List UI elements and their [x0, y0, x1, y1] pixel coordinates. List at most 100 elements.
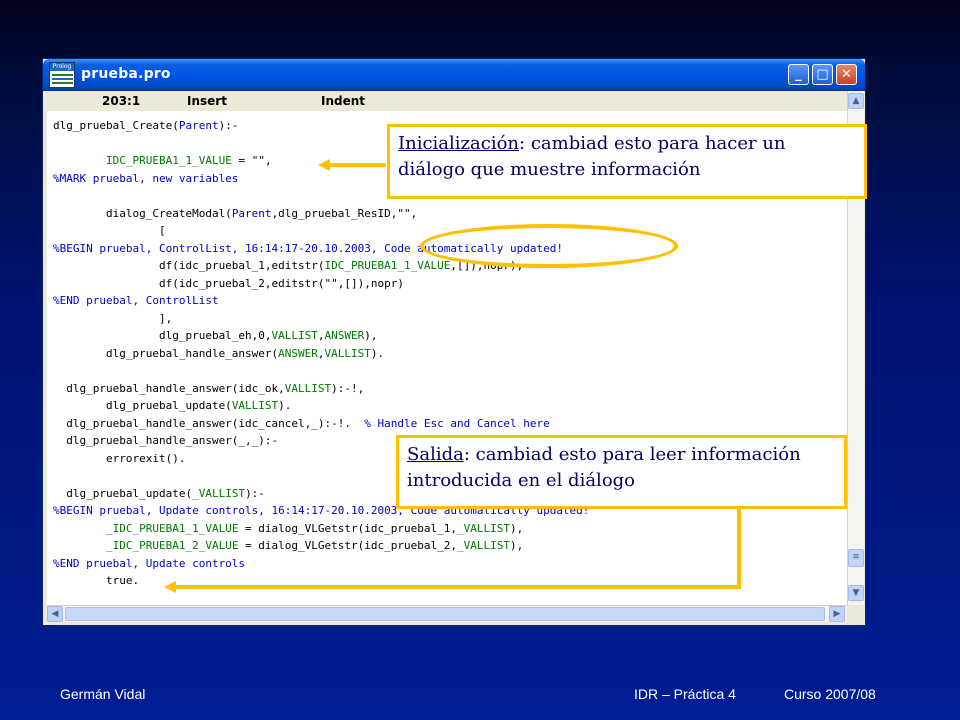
code-token: dlg_pruebal_eh,0, — [53, 329, 272, 342]
init-arrow-line — [330, 163, 386, 167]
code-token: VALLIST — [271, 329, 318, 342]
scrollbar-corner — [847, 605, 864, 622]
code-token: true. — [53, 574, 140, 587]
code-token: ANSWER — [324, 329, 365, 342]
code-token: IDC_PRUEBA1_1_VALUE — [105, 154, 232, 167]
code-token: dlg_pruebal_update( — [53, 399, 232, 412]
highlight-oval — [420, 224, 678, 268]
init-callout: Inicialización: cambiad esto para hacer … — [387, 124, 867, 199]
code-token: ), — [509, 521, 524, 535]
title-bar[interactable]: Prolog prueba.pro _ □ ✕ — [43, 59, 865, 91]
footer-year: Curso 2007/08 — [784, 686, 876, 702]
code-token: [ — [53, 224, 166, 237]
code-token: VALLIST — [231, 399, 279, 412]
code-token: %MARK pruebal, new variables — [53, 171, 239, 185]
code-token: , — [317, 329, 325, 342]
code-line: dlg_pruebal_handle_answer(idc_cancel,_):… — [53, 415, 589, 433]
app-icon-label: Prolog — [50, 63, 74, 71]
code-token: ):- — [218, 119, 239, 132]
editor-status-bar: 203:1 Insert Indent — [47, 91, 847, 111]
scroll-up-button[interactable]: ▲ — [848, 93, 864, 109]
code-token: _IDC_PRUEBA1_2_VALUE — [105, 539, 239, 552]
code-token: ):- — [245, 486, 265, 500]
code-token: = dialog_VLGetstr(idc_pruebal_2, — [238, 539, 457, 552]
salida-callout-head: Salida — [407, 444, 464, 465]
footer-author: Germán Vidal — [60, 686, 146, 702]
code-line: %END pruebal, ControlList — [53, 292, 589, 310]
horizontal-scroll-thumb[interactable] — [65, 607, 825, 621]
code-line: %END pruebal, Update controls — [53, 555, 589, 573]
code-token: % Handle Esc and Cancel here — [364, 416, 550, 430]
code-token: errorexit(). — [53, 451, 186, 465]
prolog-app-icon[interactable]: Prolog — [49, 62, 75, 88]
code-token: = "", — [231, 154, 272, 167]
code-token: dlg_pruebal_Create( — [53, 119, 179, 132]
code-token: _VALLIST — [456, 521, 510, 535]
code-token: Parent — [178, 119, 219, 132]
init-arrow-head — [318, 159, 330, 171]
code-line: dlg_pruebal_update(VALLIST). — [53, 397, 589, 415]
code-line: dialog_CreateModal(Parent,dlg_pruebal_Re… — [53, 205, 589, 223]
maximize-button[interactable]: □ — [812, 64, 833, 85]
code-token: _IDC_PRUEBA1_1_VALUE — [105, 521, 239, 535]
code-token: dlg_pruebal_handle_answer(idc_cancel,_):… — [53, 416, 365, 430]
code-line: dlg_pruebal_handle_answer(ANSWER,VALLIST… — [53, 345, 589, 363]
scroll-right-button[interactable]: ▶ — [829, 606, 845, 622]
code-token: , — [317, 346, 325, 360]
close-button[interactable]: ✕ — [836, 64, 857, 85]
code-line: ], — [53, 310, 589, 328]
code-token: _VALLIST — [456, 539, 510, 552]
code-token: ). — [278, 399, 292, 412]
insert-mode: Insert — [187, 94, 227, 108]
salida-arrow-vertical — [737, 506, 741, 588]
code-token: %END pruebal, ControlList — [53, 294, 219, 307]
code-line: dlg_pruebal_handle_answer(idc_ok,VALLIST… — [53, 380, 589, 398]
cursor-position: 203:1 — [102, 94, 141, 108]
code-line: _IDC_PRUEBA1_2_VALUE = dialog_VLGetstr(i… — [53, 537, 589, 555]
code-token: _VALLIST — [192, 486, 246, 500]
code-token: ), — [364, 329, 378, 342]
code-token: %END pruebal, Update controls — [53, 556, 246, 570]
salida-callout: Salida: cambiad esto para leer informaci… — [396, 435, 847, 509]
salida-arrow-head — [164, 581, 176, 593]
footer-course: IDR – Práctica 4 — [634, 686, 736, 702]
init-callout-head: Inicialización — [398, 133, 520, 154]
code-token: ,dlg_pruebal_ResID,"", — [271, 206, 418, 220]
code-token: VALLIST — [284, 381, 332, 395]
code-token: dlg_pruebal_handle_answer(idc_ok, — [53, 381, 285, 395]
code-token: dlg_pruebal_handle_answer( — [53, 346, 279, 360]
indent-mode: Indent — [321, 94, 366, 108]
code-line: df(idc_pruebal_2,editstr("",[]),nopr) — [53, 275, 589, 293]
code-token: ):-!, — [331, 381, 365, 395]
code-token: dlg_pruebal_update( — [53, 486, 193, 500]
code-token: ), — [509, 539, 524, 552]
code-token: ANSWER — [278, 346, 318, 360]
code-token: df(idc_pruebal_1,editstr( — [53, 259, 325, 272]
code-token: dialog_CreateModal( — [53, 206, 232, 220]
code-token: Parent — [231, 206, 272, 220]
code-token: df(idc_pruebal_2,editstr("",[]),nopr) — [53, 276, 404, 290]
minimize-button[interactable]: _ — [788, 64, 809, 85]
code-token: ). — [370, 346, 385, 360]
salida-arrow-horizontal — [176, 585, 741, 589]
code-line: _IDC_PRUEBA1_1_VALUE = dialog_VLGetstr(i… — [53, 520, 589, 538]
scroll-down-button[interactable]: ▼ — [848, 585, 864, 601]
app-icon-line — [52, 74, 73, 76]
code-token: ], — [53, 311, 173, 325]
window-title: prueba.pro — [81, 66, 171, 82]
code-token: dlg_pruebal_handle_answer(_,_):- — [53, 434, 279, 447]
horizontal-scrollbar[interactable]: ◀ ▶ — [47, 605, 847, 622]
salida-callout-text: : cambiad esto para leer información int… — [407, 444, 801, 491]
code-token: IDC_PRUEBA1_1_VALUE — [324, 259, 451, 272]
scroll-left-button[interactable]: ◀ — [47, 606, 63, 622]
code-line: dlg_pruebal_eh,0,VALLIST,ANSWER), — [53, 327, 589, 345]
app-icon-line — [52, 78, 73, 80]
scroll-thumb[interactable]: ≡ — [848, 549, 864, 567]
code-token: = dialog_VLGetstr(idc_pruebal_1, — [238, 521, 457, 535]
code-token: VALLIST — [324, 346, 371, 360]
app-icon-line — [52, 82, 73, 84]
